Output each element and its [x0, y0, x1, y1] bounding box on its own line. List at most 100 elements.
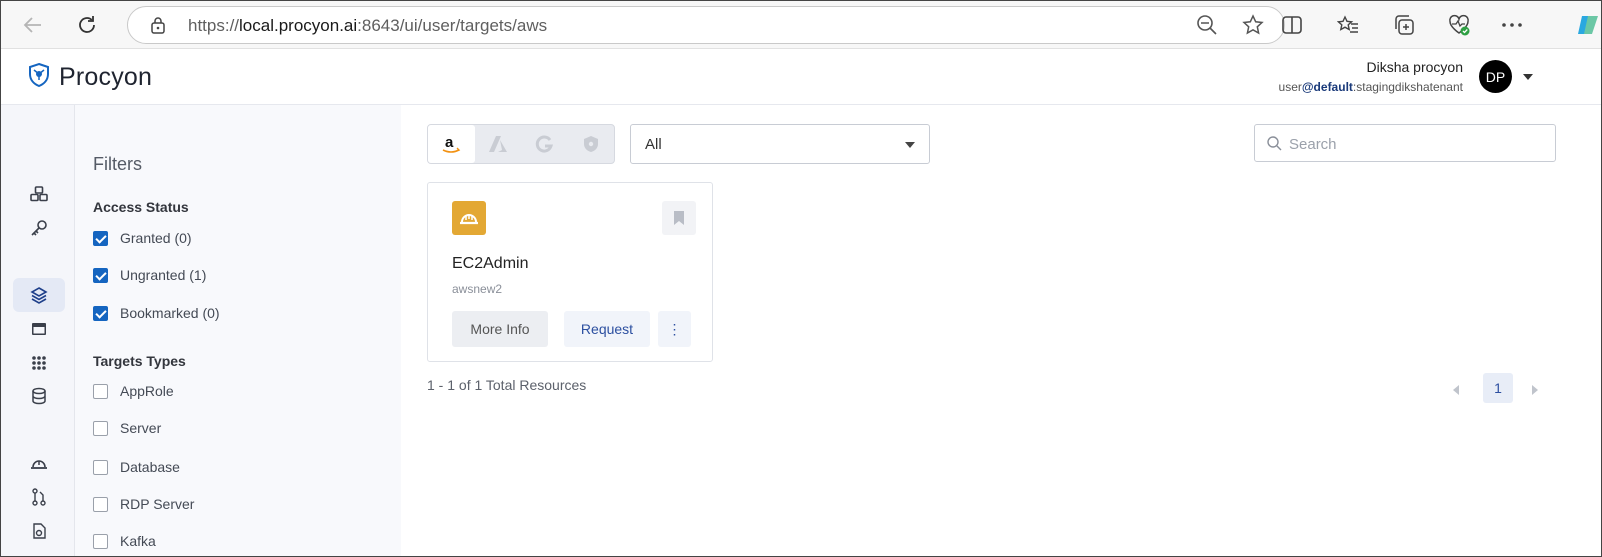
- collections-icon[interactable]: [1390, 11, 1418, 39]
- filter-granted[interactable]: Granted (0): [93, 230, 192, 246]
- bookmarked-checkbox[interactable]: [93, 305, 108, 321]
- app-header: Procyon Diksha procyon user@default:stag…: [1, 49, 1601, 105]
- rdp-server-label: RDP Server: [120, 496, 195, 512]
- tab-azure[interactable]: [475, 125, 522, 163]
- rdp-server-checkbox[interactable]: [93, 496, 108, 512]
- chevron-down-icon: [905, 142, 915, 148]
- user-name: Diksha procyon: [1366, 59, 1464, 75]
- ungranted-checkbox[interactable]: [93, 267, 108, 283]
- rail-applications[interactable]: [13, 312, 65, 346]
- approle-label: AppRole: [120, 383, 174, 399]
- granted-label: Granted (0): [120, 230, 192, 246]
- copilot-icon[interactable]: [1575, 11, 1601, 39]
- screenshot-frame: https://local.procyon.ai:8643/ui/user/ta…: [0, 0, 1602, 557]
- rail-keys[interactable]: [13, 211, 65, 245]
- app-name: Procyon: [59, 63, 153, 91]
- cubes-icon: [30, 186, 48, 202]
- window-icon: [32, 323, 46, 335]
- filter-bookmarked[interactable]: Bookmarked (0): [93, 305, 220, 321]
- url-path: :8643/ui/user/targets/aws: [357, 16, 548, 35]
- resource-name: EC2Admin: [452, 255, 529, 272]
- layers-icon: [30, 287, 48, 304]
- page-number-button[interactable]: 1: [1483, 373, 1513, 403]
- app-logo[interactable]: Procyon: [27, 62, 152, 93]
- refresh-icon[interactable]: [71, 9, 103, 41]
- split-screen-icon[interactable]: [1278, 11, 1306, 39]
- document-gear-icon: [33, 523, 46, 539]
- tab-aws[interactable]: a: [428, 125, 475, 163]
- kafka-checkbox[interactable]: [93, 533, 108, 549]
- rail-targets[interactable]: [13, 278, 65, 312]
- filter-approle[interactable]: AppRole: [93, 383, 174, 399]
- user-menu-caret-icon[interactable]: [1523, 74, 1533, 80]
- hardhat-icon: [452, 201, 486, 235]
- filters-title: Filters: [93, 154, 142, 174]
- kebab-menu-icon[interactable]: ⋮: [658, 311, 691, 347]
- granted-checkbox[interactable]: [93, 230, 108, 246]
- svg-text:a: a: [445, 134, 454, 151]
- url-host: local.procyon.ai: [239, 16, 358, 35]
- more-info-button[interactable]: More Info: [452, 311, 548, 347]
- user-tenant: user@default:stagingdikshatenant: [1279, 80, 1463, 94]
- bookmarked-label: Bookmarked (0): [120, 305, 220, 321]
- url-text[interactable]: https://local.procyon.ai:8643/ui/user/ta…: [188, 16, 547, 36]
- address-bar[interactable]: https://local.procyon.ai:8643/ui/user/ta…: [127, 6, 1285, 44]
- search-icon: [1267, 136, 1282, 156]
- database-icon: [32, 387, 46, 405]
- rail-settings[interactable]: [13, 514, 65, 548]
- approle-checkbox[interactable]: [93, 383, 108, 399]
- more-menu-icon[interactable]: [1498, 11, 1526, 39]
- url-scheme: https://: [188, 16, 240, 35]
- search-box[interactable]: [1254, 124, 1556, 162]
- filter-rdp-server[interactable]: RDP Server: [93, 496, 194, 512]
- git-branch-icon: [32, 488, 46, 506]
- account-select-value: All: [645, 136, 662, 153]
- favorite-star-icon[interactable]: [1242, 14, 1264, 41]
- avatar[interactable]: DP: [1479, 60, 1512, 93]
- filter-server[interactable]: Server: [93, 420, 161, 436]
- server-label: Server: [120, 420, 162, 436]
- target-types-title: Targets Types: [93, 353, 186, 369]
- key-icon: [31, 220, 47, 236]
- main-content: a All Search EC2Admin awsnew2 More Info …: [401, 105, 1601, 556]
- bookmark-button[interactable]: [662, 201, 696, 235]
- gcp-icon: [536, 135, 554, 153]
- shield-icon: [583, 136, 598, 152]
- favorites-icon[interactable]: [1334, 11, 1362, 39]
- tab-gcp[interactable]: [521, 125, 568, 163]
- grid-icon: [32, 356, 46, 370]
- lock-icon[interactable]: [150, 16, 166, 39]
- filter-kafka[interactable]: Kafka: [93, 533, 156, 549]
- resource-card[interactable]: EC2Admin awsnew2 More Info Request ⋮: [427, 182, 713, 362]
- filter-database[interactable]: Database: [93, 459, 180, 475]
- next-page-icon[interactable]: [1532, 385, 1538, 395]
- browser-essentials-icon[interactable]: [1445, 11, 1473, 39]
- back-icon[interactable]: [17, 9, 49, 41]
- provider-tabs: a: [427, 124, 615, 164]
- rail-apps-grid[interactable]: [13, 346, 65, 380]
- azure-icon: [488, 136, 507, 152]
- rail-workflows[interactable]: [13, 480, 65, 514]
- database-label: Database: [120, 459, 180, 475]
- aws-icon: a: [442, 134, 461, 153]
- filters-panel: Filters Access Status Granted (0) Ungran…: [75, 105, 401, 556]
- rail-roles[interactable]: [13, 447, 65, 481]
- ungranted-label: Ungranted (1): [120, 267, 207, 283]
- account-select[interactable]: All: [630, 124, 930, 164]
- rail-dashboard[interactable]: [13, 177, 65, 211]
- access-status-title: Access Status: [93, 199, 189, 215]
- database-checkbox[interactable]: [93, 459, 108, 475]
- bookmark-icon: [674, 211, 684, 225]
- filter-ungranted[interactable]: Ungranted (1): [93, 267, 206, 283]
- prev-page-icon[interactable]: [1453, 385, 1459, 395]
- rail-databases[interactable]: [13, 379, 65, 413]
- zoom-out-icon[interactable]: [1196, 14, 1218, 41]
- search-input[interactable]: [1289, 133, 1549, 155]
- tab-other[interactable]: [568, 125, 615, 163]
- procyon-logo-icon: [27, 62, 51, 93]
- total-resources: 1 - 1 of 1 Total Resources: [427, 377, 587, 393]
- server-checkbox[interactable]: [93, 420, 108, 436]
- request-button[interactable]: Request: [564, 311, 650, 347]
- side-rail: [1, 105, 75, 556]
- tenant-prefix: user: [1278, 80, 1302, 94]
